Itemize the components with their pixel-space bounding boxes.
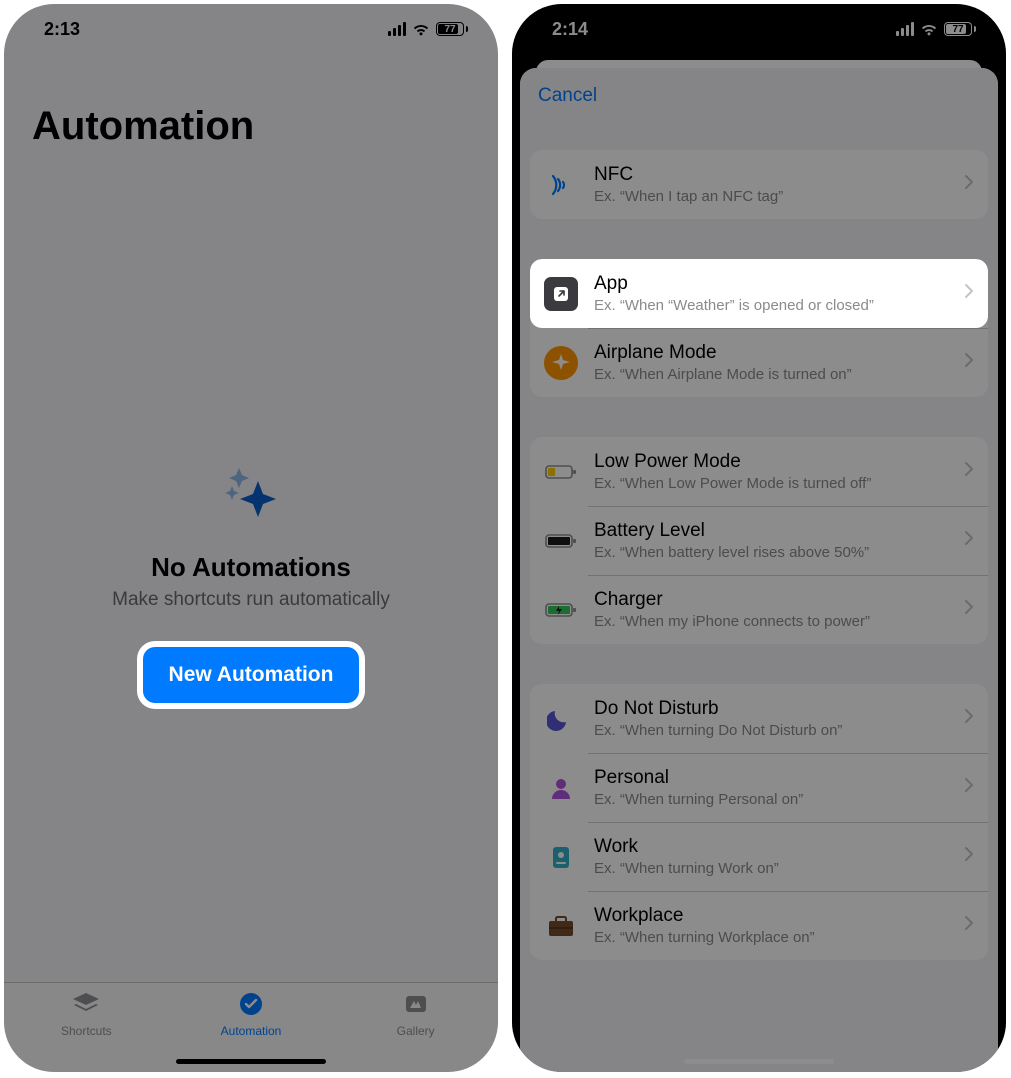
trigger-row-low-power[interactable]: Low Power Mode Ex. “When Low Power Mode …: [530, 437, 988, 506]
chevron-right-icon: [964, 174, 974, 195]
battery-level-icon: [544, 524, 578, 558]
tab-label: Automation: [221, 1024, 282, 1038]
wifi-icon: [920, 22, 938, 36]
airplane-icon: [544, 346, 578, 380]
trigger-subtitle: Ex. “When turning Work on”: [594, 860, 948, 877]
trigger-title: Battery Level: [594, 520, 948, 542]
chevron-right-icon: [964, 846, 974, 867]
trigger-subtitle: Ex. “When my iPhone connects to power”: [594, 613, 948, 630]
trigger-subtitle: Ex. “When turning Do Not Disturb on”: [594, 722, 948, 739]
trigger-title: Low Power Mode: [594, 451, 948, 473]
chevron-right-icon: [964, 777, 974, 798]
chevron-right-icon: [964, 461, 974, 482]
chevron-right-icon: [964, 283, 974, 304]
status-right: 77: [388, 22, 468, 36]
chevron-right-icon: [964, 530, 974, 551]
trigger-sheet: Cancel NFC Ex. “When I tap an NFC tag”: [520, 68, 998, 1072]
trigger-title: Do Not Disturb: [594, 698, 948, 720]
status-bar: 2:14 77: [512, 4, 1006, 54]
chevron-right-icon: [964, 599, 974, 620]
trigger-subtitle: Ex. “When battery level rises above 50%”: [594, 544, 948, 561]
trigger-subtitle: Ex. “When “Weather” is opened or closed”: [594, 297, 948, 314]
trigger-row-charger[interactable]: Charger Ex. “When my iPhone connects to …: [530, 575, 988, 644]
home-indicator[interactable]: [684, 1059, 834, 1064]
trigger-row-nfc[interactable]: NFC Ex. “When I tap an NFC tag”: [530, 150, 988, 219]
status-right: 77: [896, 22, 976, 36]
trigger-subtitle: Ex. “When I tap an NFC tag”: [594, 188, 948, 205]
battery-icon: 77: [436, 22, 468, 36]
trigger-subtitle: Ex. “When Low Power Mode is turned off”: [594, 475, 948, 492]
cellular-signal-icon: [896, 22, 914, 36]
trigger-list[interactable]: NFC Ex. “When I tap an NFC tag” App Ex. …: [520, 150, 998, 1000]
trigger-row-battery-level[interactable]: Battery Level Ex. “When battery level ri…: [530, 506, 988, 575]
home-indicator[interactable]: [176, 1059, 326, 1064]
trigger-group: App Ex. “When “Weather” is opened or clo…: [530, 259, 988, 397]
low-power-icon: [544, 455, 578, 489]
trigger-subtitle: Ex. “When turning Personal on”: [594, 791, 948, 808]
charger-icon: [544, 593, 578, 627]
badge-icon: [544, 840, 578, 874]
trigger-row-dnd[interactable]: Do Not Disturb Ex. “When turning Do Not …: [530, 684, 988, 753]
trigger-title: Personal: [594, 767, 948, 789]
empty-subtitle: Make shortcuts run automatically: [112, 589, 390, 611]
trigger-title: Charger: [594, 589, 948, 611]
trigger-row-work[interactable]: Work Ex. “When turning Work on”: [530, 822, 988, 891]
nfc-icon: [544, 168, 578, 202]
battery-icon: 77: [944, 22, 976, 36]
app-icon: [544, 277, 578, 311]
trigger-title: Airplane Mode: [594, 342, 948, 364]
trigger-group: Do Not Disturb Ex. “When turning Do Not …: [530, 684, 988, 960]
sparkle-icon: [216, 459, 286, 534]
tab-label: Gallery: [397, 1024, 435, 1038]
trigger-row-personal[interactable]: Personal Ex. “When turning Personal on”: [530, 753, 988, 822]
trigger-title: NFC: [594, 164, 948, 186]
moon-icon: [544, 702, 578, 736]
new-automation-highlight: New Automation: [137, 641, 366, 709]
stack-icon: [71, 991, 101, 1020]
trigger-title: App: [594, 273, 948, 295]
tab-shortcuts[interactable]: Shortcuts: [4, 983, 169, 1072]
gallery-icon: [401, 991, 431, 1020]
trigger-group: Low Power Mode Ex. “When Low Power Mode …: [530, 437, 988, 644]
tab-gallery[interactable]: Gallery: [333, 983, 498, 1072]
trigger-group: NFC Ex. “When I tap an NFC tag”: [530, 150, 988, 219]
trigger-subtitle: Ex. “When Airplane Mode is turned on”: [594, 366, 948, 383]
trigger-title: Workplace: [594, 905, 948, 927]
sheet-header: Cancel: [520, 68, 998, 124]
trigger-row-app[interactable]: App Ex. “When “Weather” is opened or clo…: [530, 259, 988, 328]
tab-label: Shortcuts: [61, 1024, 112, 1038]
status-time: 2:14: [552, 19, 588, 40]
briefcase-icon: [544, 909, 578, 943]
trigger-picker-screen: 2:14 77 Cancel: [512, 4, 1006, 1072]
empty-state: No Automations Make shortcuts run automa…: [4, 459, 498, 709]
trigger-row-workplace[interactable]: Workplace Ex. “When turning Workplace on…: [530, 891, 988, 960]
status-bar: 2:13 77: [4, 4, 498, 54]
page-title: Automation: [4, 54, 498, 149]
cellular-signal-icon: [388, 22, 406, 36]
person-icon: [544, 771, 578, 805]
status-time: 2:13: [44, 19, 80, 40]
trigger-title: Work: [594, 836, 948, 858]
empty-heading: No Automations: [151, 552, 351, 583]
wifi-icon: [412, 22, 430, 36]
chevron-right-icon: [964, 352, 974, 373]
chevron-right-icon: [964, 708, 974, 729]
chevron-right-icon: [964, 915, 974, 936]
trigger-row-airplane[interactable]: Airplane Mode Ex. “When Airplane Mode is…: [530, 328, 988, 397]
new-automation-button[interactable]: New Automation: [143, 647, 360, 703]
trigger-subtitle: Ex. “When turning Workplace on”: [594, 929, 948, 946]
clock-check-icon: [236, 991, 266, 1020]
cancel-button[interactable]: Cancel: [538, 85, 597, 107]
automation-screen: 2:13 77 Automation No Automations Make s…: [4, 4, 498, 1072]
